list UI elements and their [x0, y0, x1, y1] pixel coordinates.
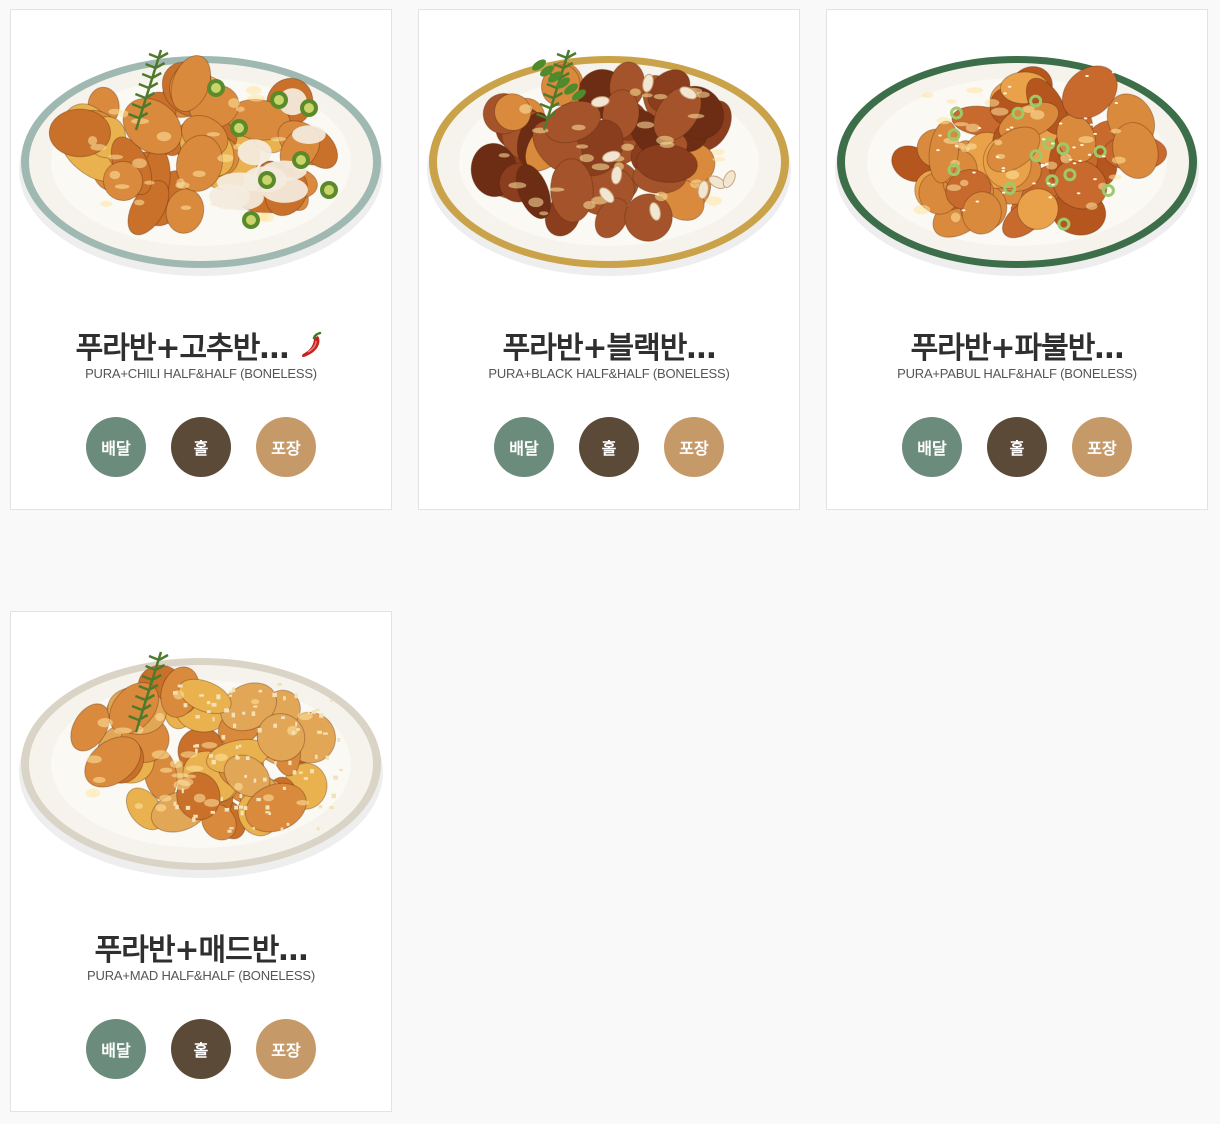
hall-button[interactable]: 홀 [171, 417, 231, 477]
chicken-plate-image [835, 56, 1199, 276]
delivery-button[interactable]: 배달 [494, 417, 554, 477]
menu-item-photo[interactable] [827, 10, 1207, 290]
menu-item-english-name: PURA+PABUL HALF&HALF (BONELESS) [897, 366, 1137, 381]
menu-item-name[interactable]: 푸라반+매드반… [95, 925, 309, 969]
hall-button[interactable]: 홀 [171, 1019, 231, 1079]
menu-item-photo[interactable] [419, 10, 799, 290]
menu-card[interactable]: 푸라반+블랙반… PURA+BLACK HALF&HALF (BONELESS) 배… [418, 9, 800, 510]
chili-pepper-icon [296, 330, 326, 360]
menu-card[interactable]: 푸라반+고추반… PURA+CHILI HALF&HALF (BONELESS) 배… [10, 9, 392, 510]
menu-item-name[interactable]: 푸라반+블랙반… [503, 323, 717, 367]
hall-button[interactable]: 홀 [579, 417, 639, 477]
order-type-buttons: 배달 홀 포장 [11, 1019, 391, 1079]
menu-item-english-name: PURA+BLACK HALF&HALF (BONELESS) [488, 366, 730, 381]
delivery-button[interactable]: 배달 [902, 417, 962, 477]
order-type-buttons: 배달 홀 포장 [827, 417, 1207, 477]
menu-title-row: 푸라반+블랙반… [419, 323, 799, 367]
takeout-button[interactable]: 포장 [256, 417, 316, 477]
chicken-plate-image [19, 651, 383, 878]
menu-grid: 푸라반+고추반… PURA+CHILI HALF&HALF (BONELESS) 배… [0, 0, 1220, 1124]
takeout-button[interactable]: 포장 [256, 1019, 316, 1079]
menu-title-row: 푸라반+고추반… [11, 323, 391, 367]
delivery-button[interactable]: 배달 [86, 1019, 146, 1079]
menu-item-english-name: PURA+CHILI HALF&HALF (BONELESS) [85, 366, 317, 381]
hall-button[interactable]: 홀 [987, 417, 1047, 477]
chicken-plate-image [427, 49, 791, 276]
menu-card[interactable]: 푸라반+매드반… PURA+MAD HALF&HALF (BONELESS) 배달 홀… [10, 611, 392, 1112]
menu-item-english-name: PURA+MAD HALF&HALF (BONELESS) [87, 968, 315, 983]
menu-card[interactable]: 푸라반+파불반… PURA+PABUL HALF&HALF (BONELESS) 배… [826, 9, 1208, 510]
menu-item-photo[interactable] [11, 10, 391, 290]
takeout-button[interactable]: 포장 [1072, 417, 1132, 477]
menu-item-photo[interactable] [11, 612, 391, 892]
takeout-button[interactable]: 포장 [664, 417, 724, 477]
menu-item-name[interactable]: 푸라반+고추반… [76, 323, 290, 367]
order-type-buttons: 배달 홀 포장 [11, 417, 391, 477]
menu-title-row: 푸라반+매드반… [11, 925, 391, 969]
delivery-button[interactable]: 배달 [86, 417, 146, 477]
order-type-buttons: 배달 홀 포장 [419, 417, 799, 477]
chicken-plate-image [19, 49, 383, 276]
menu-item-name[interactable]: 푸라반+파불반… [911, 323, 1125, 367]
menu-title-row: 푸라반+파불반… [827, 323, 1207, 367]
